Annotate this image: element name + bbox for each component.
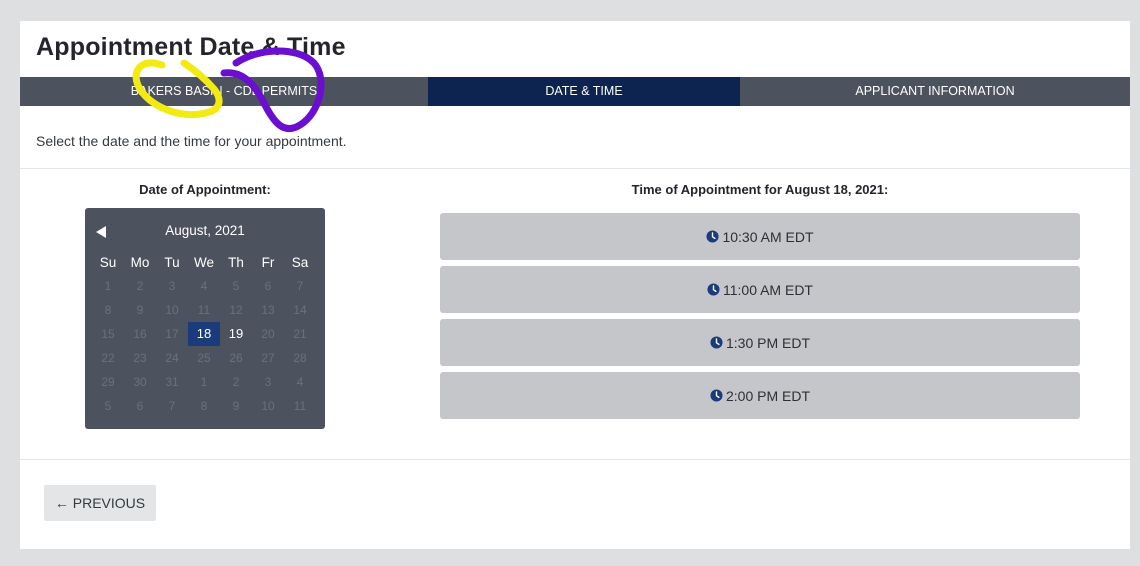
calendar-day: 30 [133,375,147,389]
calendar-day: 9 [136,303,144,317]
time-slot-button[interactable]: 11:00 AM EDT [440,266,1080,313]
calendar-day: 17 [165,327,179,341]
calendar-day: 3 [264,375,272,389]
calendar-day: 5 [104,399,112,413]
time-slot-button[interactable]: 2:00 PM EDT [440,372,1080,419]
weekday-header: We [193,255,214,270]
instructions-text: Select the date and the time for your ap… [36,133,347,149]
date-picker-calendar: August, 2021 Su Mo Tu We Th Fr Sa 1 2 3 4 5 6 7 8 9 10 11… [85,208,325,429]
calendar-day: 24 [165,351,179,365]
calendar-month-label: August, 2021 [165,223,245,238]
calendar-day: 4 [296,375,304,389]
previous-button[interactable]: ← PREVIOUS [44,485,156,521]
clock-icon [707,283,720,296]
calendar-day: 25 [197,351,211,365]
divider [20,168,1130,169]
calendar-day: 11 [197,303,211,317]
calendar-day: 1 [104,279,112,293]
calendar-day: 13 [261,303,275,317]
calendar-day: 15 [101,327,115,341]
time-slot-label: 2:00 PM EDT [725,387,811,404]
calendar-day: 2 [136,279,144,293]
calendar-day: 12 [229,303,243,317]
clock-icon [706,230,720,243]
calendar-day: 10 [261,399,275,413]
previous-month-arrow-icon[interactable] [95,222,109,242]
calendar-day: 7 [296,279,304,293]
time-slot-label: 1:30 PM EDT [725,334,811,351]
weekday-header: Mo [130,255,150,270]
calendar-day: 9 [232,399,240,413]
calendar-day: 23 [133,351,147,365]
calendar-day: 4 [200,279,208,293]
calendar-day: 6 [136,399,144,413]
calendar-day: 8 [200,399,208,413]
time-slot-button[interactable]: 1:30 PM EDT [440,319,1080,366]
calendar-day: 14 [293,303,307,317]
calendar-day: 11 [293,399,307,413]
time-slot-list: 10:30 AM EDT 11:00 AM EDT 1:30 PM EDT 2:00 … [440,213,1080,425]
page-title: Appointment Date & Time [36,33,346,61]
calendar-grid: Su Mo Tu We Th Fr Sa 1 2 3 4 5 6 7 8 9 10 11 12 13 14 15 16 17 1… [92,252,318,418]
calendar-day: 1 [200,375,208,389]
clock-icon [710,336,723,349]
weekday-header: Su [99,255,117,270]
calendar-day: 26 [229,351,243,365]
calendar-day: 22 [101,351,115,365]
weekday-header: Sa [291,255,309,270]
calendar-day: 31 [165,375,179,389]
calendar-header: August, 2021 [85,222,325,242]
weekday-header: Th [228,255,244,270]
step-progress-bar: BAKERS BASIN - CDL PERMITS DATE & TIME A… [20,77,1130,106]
step-location[interactable]: BAKERS BASIN - CDL PERMITS [20,77,428,106]
time-of-appointment-label: Time of Appointment for August 18, 2021: [631,182,889,197]
calendar-day: 21 [293,327,307,341]
calendar-day[interactable]: 18 [188,322,220,346]
calendar-day[interactable]: 19 [220,322,252,346]
calendar-day: 2 [232,375,240,389]
time-slot-label: 10:30 AM EDT [722,228,814,245]
clock-icon [710,389,723,402]
step-date-time[interactable]: DATE & TIME [428,77,740,106]
appointment-card: Appointment Date & Time BAKERS BASIN - C… [20,21,1130,549]
calendar-day: 6 [264,279,272,293]
date-of-appointment-label: Date of Appointment: [139,182,271,197]
calendar-day: 10 [165,303,179,317]
divider [20,459,1130,460]
time-slot-button[interactable]: 10:30 AM EDT [440,213,1080,260]
calendar-day: 29 [101,375,115,389]
calendar-day: 16 [133,327,147,341]
calendar-day: 27 [261,351,275,365]
calendar-day: 7 [168,399,176,413]
calendar-day: 3 [168,279,176,293]
time-slot-label: 11:00 AM EDT [722,281,813,298]
calendar-day: 5 [232,279,240,293]
calendar-day: 28 [293,351,307,365]
calendar-day: 20 [261,327,275,341]
weekday-header: Tu [164,255,180,270]
weekday-header: Fr [261,255,275,270]
calendar-day: 8 [104,303,112,317]
step-applicant-information[interactable]: APPLICANT INFORMATION [740,77,1130,106]
